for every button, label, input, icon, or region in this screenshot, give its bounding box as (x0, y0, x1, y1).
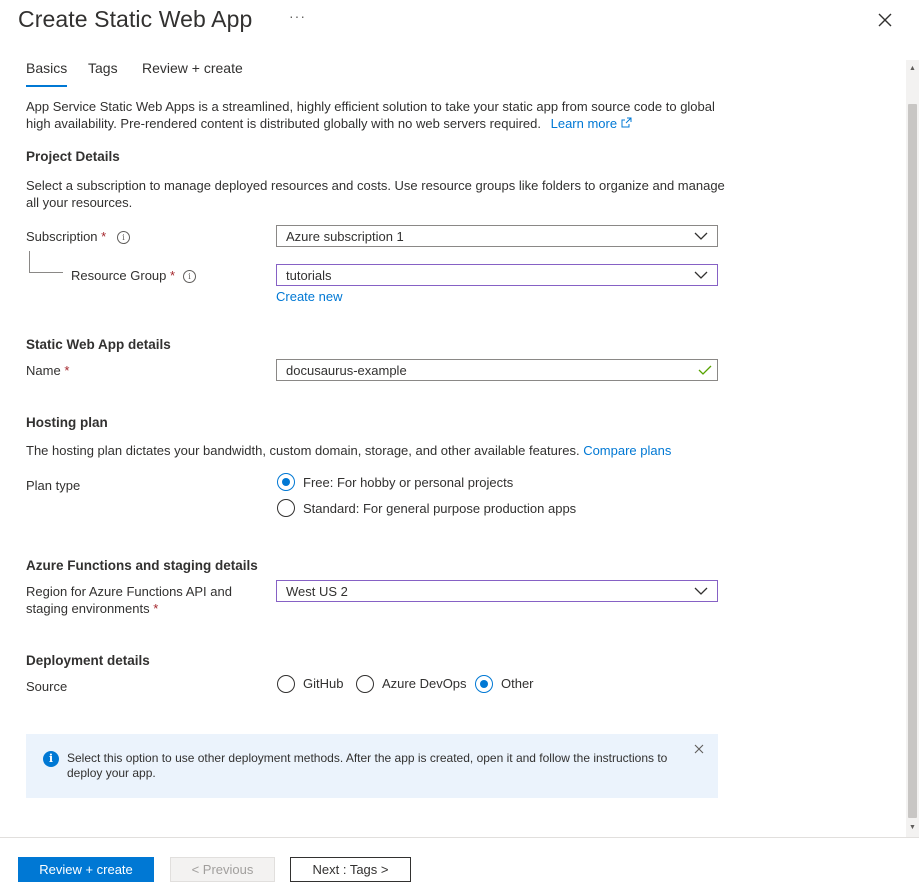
dismiss-icon[interactable] (694, 744, 704, 754)
review-create-button[interactable]: Review + create (18, 857, 154, 882)
region-value: West US 2 (286, 584, 348, 599)
app-details-heading: Static Web App details (26, 337, 171, 352)
tab-basics[interactable]: Basics (26, 60, 68, 87)
source-github-radio[interactable] (277, 675, 295, 693)
chevron-down-icon (694, 587, 708, 595)
resource-group-dropdown[interactable]: tutorials (276, 264, 718, 286)
hosting-description-row: The hosting plan dictates your bandwidth… (26, 442, 671, 459)
source-label: Source (26, 679, 68, 694)
resource-group-label-text: Resource Group (71, 268, 167, 283)
project-details-description: Select a subscription to manage deployed… (26, 178, 725, 210)
hosting-heading: Hosting plan (26, 415, 108, 430)
source-other-radio[interactable] (475, 675, 493, 693)
next-tags-button[interactable]: Next : Tags > (290, 857, 411, 882)
plan-standard-radio[interactable] (277, 499, 295, 517)
resource-group-info-icon[interactable]: i (183, 270, 196, 283)
plan-standard-label[interactable]: Standard: For general purpose production… (303, 500, 576, 517)
checkmark-icon (698, 365, 712, 375)
previous-button: < Previous (170, 857, 275, 882)
plan-type-label: Plan type (26, 478, 81, 493)
plan-free-label[interactable]: Free: For hobby or personal projects (303, 474, 513, 491)
source-github-label[interactable]: GitHub (303, 675, 343, 692)
tab-review-create[interactable]: Review + create (142, 60, 243, 76)
required-marker: * (64, 363, 70, 378)
close-button[interactable] (875, 10, 895, 30)
hosting-description: The hosting plan dictates your bandwidth… (26, 443, 580, 458)
learn-more-link[interactable]: Learn more (551, 116, 632, 131)
learn-more-label[interactable]: Learn more (551, 116, 617, 131)
region-label-line1: Region for Azure Functions API and (26, 584, 232, 599)
chevron-down-icon (694, 232, 708, 240)
deployment-heading: Deployment details (26, 653, 150, 668)
create-new-link[interactable]: Create new (276, 288, 342, 305)
subscription-info-icon[interactable]: i (117, 231, 130, 244)
tab-tags[interactable]: Tags (88, 60, 118, 76)
subscription-value: Azure subscription 1 (286, 229, 404, 244)
plan-free-radio[interactable] (277, 473, 295, 491)
scroll-down-icon[interactable]: ▼ (906, 821, 919, 835)
intro-paragraph: App Service Static Web Apps is a streaml… (26, 98, 726, 132)
name-value: docusaurus-example (286, 363, 407, 378)
scrollbar[interactable]: ▲ ▼ (906, 60, 919, 837)
required-marker: * (153, 601, 159, 616)
footer-divider (0, 837, 919, 838)
external-link-icon (621, 117, 632, 128)
more-options-button[interactable]: ··· (289, 8, 306, 24)
region-dropdown[interactable]: West US 2 (276, 580, 718, 602)
source-azure-devops-label[interactable]: Azure DevOps (382, 675, 467, 692)
info-banner-text: Select this option to use other deployme… (67, 751, 668, 780)
project-details-heading: Project Details (26, 149, 120, 164)
scrollbar-thumb[interactable] (908, 104, 917, 818)
name-label: Name * (26, 362, 69, 379)
info-icon: i (43, 751, 59, 767)
required-marker: * (170, 268, 176, 283)
subscription-label-text: Subscription (26, 229, 98, 244)
region-label-line2-row: staging environments * (26, 600, 158, 617)
source-azure-devops-radio[interactable] (356, 675, 374, 693)
resource-group-value: tutorials (286, 268, 332, 283)
close-icon (878, 13, 892, 27)
name-label-text: Name (26, 363, 61, 378)
required-marker: * (101, 229, 107, 244)
scroll-up-icon[interactable]: ▲ (906, 62, 919, 76)
subscription-dropdown[interactable]: Azure subscription 1 (276, 225, 718, 247)
region-label-line2: staging environments (26, 601, 150, 616)
name-input[interactable]: docusaurus-example (276, 359, 718, 381)
subscription-label: Subscription * (26, 228, 106, 245)
info-banner: i Select this option to use other deploy… (26, 734, 718, 798)
tree-connector (29, 251, 63, 273)
compare-plans-link[interactable]: Compare plans (583, 443, 671, 458)
source-other-label[interactable]: Other (501, 675, 534, 692)
page-title: Create Static Web App (18, 6, 253, 32)
resource-group-label: Resource Group * (71, 267, 175, 284)
chevron-down-icon (694, 271, 708, 279)
functions-heading: Azure Functions and staging details (26, 558, 258, 573)
